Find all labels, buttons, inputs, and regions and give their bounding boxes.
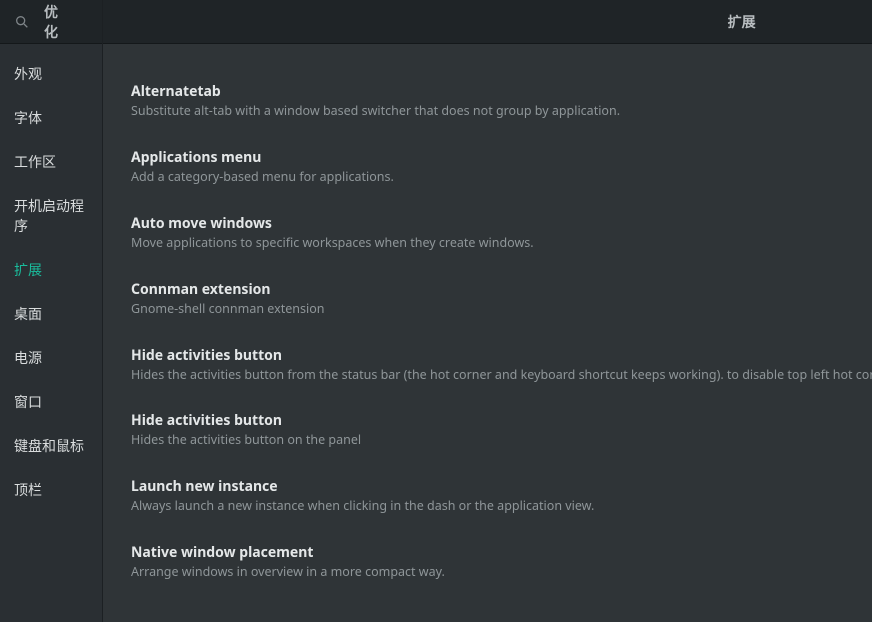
extension-text: Connman extension Gnome-shell connman ext… (131, 280, 872, 318)
sidebar-item-2[interactable]: 工作区 (0, 140, 102, 184)
extension-title: Hide activities button (131, 411, 872, 430)
extension-title: Connman extension (131, 280, 872, 299)
extension-title: Native window placement (131, 543, 872, 562)
extension-description: Move applications to specific workspaces… (131, 235, 872, 252)
extension-row: Connman extension Gnome-shell connman ext… (131, 266, 872, 332)
extension-row: Hide activities button Hides the activiti… (131, 332, 872, 398)
sidebar-item-8[interactable]: 键盘和鼠标 (0, 424, 102, 468)
extension-text: Launch new instance Always launch a new i… (131, 477, 872, 515)
extension-text: Hide activities button Hides the activiti… (131, 411, 872, 449)
search-button[interactable] (0, 0, 44, 44)
extension-title: Launch new instance (131, 477, 872, 496)
main-header: 扩展 (103, 0, 872, 44)
extension-row: Auto move windows Move applications to sp… (131, 200, 872, 266)
extension-row: Applications menu Add a category-based me… (131, 134, 872, 200)
extension-description: Arrange windows in overview in a more co… (131, 564, 872, 581)
sidebar-nav: 外观字体工作区开机启动程序扩展桌面电源窗口键盘和鼠标顶栏 (0, 44, 102, 520)
extension-title: Auto move windows (131, 214, 872, 233)
sidebar-title: 优化 (44, 2, 102, 42)
extension-description: Add a category-based menu for applicatio… (131, 169, 872, 186)
extension-text: Auto move windows Move applications to sp… (131, 214, 872, 252)
extension-title: Hide activities button (131, 346, 872, 365)
extension-text: Hide activities button Hides the activiti… (131, 346, 872, 384)
sidebar-item-7[interactable]: 窗口 (0, 380, 102, 424)
extension-row: Hide activities button Hides the activiti… (131, 397, 872, 463)
sidebar: 优化 外观字体工作区开机启动程序扩展桌面电源窗口键盘和鼠标顶栏 (0, 0, 103, 622)
sidebar-item-3[interactable]: 开机启动程序 (0, 184, 102, 248)
extension-text: Native window placement Arrange windows i… (131, 543, 872, 581)
page-title: 扩展 (728, 12, 756, 32)
main: 扩展 Alternatetab Substitute alt-tab with a… (103, 0, 872, 622)
sidebar-item-5[interactable]: 桌面 (0, 292, 102, 336)
extension-row: Native window placement Arrange windows i… (131, 529, 872, 595)
sidebar-item-0[interactable]: 外观 (0, 52, 102, 96)
extension-text: Applications menu Add a category-based me… (131, 148, 872, 186)
extension-title: Applications menu (131, 148, 872, 167)
extension-row: Alternatetab Substitute alt-tab with a wi… (131, 68, 872, 134)
sidebar-header: 优化 (0, 0, 102, 44)
extension-description: Hides the activities button from the sta… (131, 367, 872, 384)
extension-description: Hides the activities button on the panel (131, 432, 872, 449)
extension-description: Gnome-shell connman extension (131, 301, 872, 318)
sidebar-item-1[interactable]: 字体 (0, 96, 102, 140)
extension-description: Substitute alt-tab with a window based s… (131, 103, 872, 120)
extension-title: Alternatetab (131, 82, 872, 101)
sidebar-item-9[interactable]: 顶栏 (0, 468, 102, 512)
sidebar-item-4[interactable]: 扩展 (0, 248, 102, 292)
extensions-list: Alternatetab Substitute alt-tab with a wi… (103, 44, 872, 622)
extension-row: Launch new instance Always launch a new i… (131, 463, 872, 529)
sidebar-item-6[interactable]: 电源 (0, 336, 102, 380)
search-icon (14, 14, 30, 30)
extension-description: Always launch a new instance when clicki… (131, 498, 872, 515)
extension-text: Alternatetab Substitute alt-tab with a wi… (131, 82, 872, 120)
